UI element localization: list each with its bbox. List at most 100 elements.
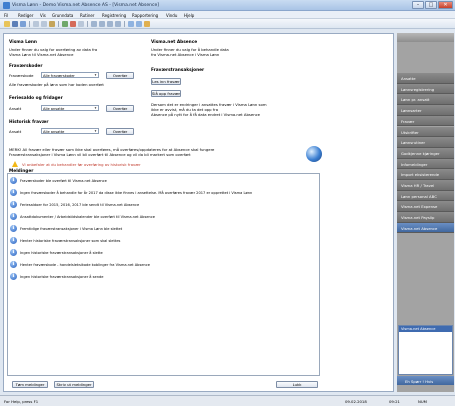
open-icon[interactable] xyxy=(4,21,10,27)
find-icon[interactable] xyxy=(78,21,84,27)
maximize-button[interactable]: □ xyxy=(425,1,437,9)
paste-icon[interactable] xyxy=(49,21,55,27)
next-record-icon[interactable] xyxy=(107,21,113,27)
ferie-ansatt-select[interactable]: Alle ansatte ▾ xyxy=(41,105,99,111)
sidebar-subpanel: Visma.net Absence xyxy=(398,325,453,375)
status-num-lock: NUM xyxy=(418,399,427,404)
title-bar: Visma Lønn - Demo Visma.net Absence AS -… xyxy=(0,0,455,11)
sidebar-footer[interactable]: Eh Spørr ! Hvis xyxy=(397,376,454,385)
notice-text: Fraværstransaksjoner i Visma Lønn vil bl… xyxy=(9,152,191,157)
message-text: Fraværskoder ble overført til Visma.net … xyxy=(20,179,107,183)
fravaerskode-select-value: Alle fraværskoder xyxy=(43,73,75,78)
sidebar-item-lonnsregistrering[interactable]: Lønnsregistrering xyxy=(397,83,454,95)
new-icon[interactable] xyxy=(62,21,68,27)
copy-icon[interactable] xyxy=(41,21,47,27)
cut-icon[interactable] xyxy=(33,21,39,27)
historisk-ansatt-label: Ansatt xyxy=(9,129,22,134)
sidebar-item-visma-net-absence[interactable]: Visma.net Absence xyxy=(397,222,454,234)
sidebar-item-lonn-personal-abc[interactable]: Lønn personal ABC xyxy=(397,190,454,202)
menu-view[interactable]: Vis xyxy=(40,13,46,18)
sidebar-item-lonnsarter[interactable]: Lønnsarter xyxy=(397,105,454,116)
info-icon: i xyxy=(10,261,17,268)
close-button[interactable]: Lukk xyxy=(276,381,318,388)
sidebar-item-fravaer[interactable]: Fravær xyxy=(397,115,454,127)
overfor-fravaerskoder-button[interactable]: Overfør xyxy=(106,71,134,79)
transaksjoner-note: Absence på nytt for å få data endret i V… xyxy=(151,112,261,117)
overfor-feriesaldo-button[interactable]: Overfør xyxy=(106,104,134,112)
messages-list[interactable]: i Fraværskoder ble overført til Visma.net… xyxy=(7,173,320,376)
sidebar-item-import[interactable]: Import eksisterende xyxy=(397,169,454,180)
close-window-button[interactable]: ✕ xyxy=(438,1,453,9)
menu-basedata[interactable]: Grunndata xyxy=(52,13,73,18)
message-text: Henter fraværskode - handelsleksikode ko… xyxy=(20,263,151,267)
first-record-icon[interactable] xyxy=(91,21,97,27)
overfor-historisk-button[interactable]: Overfør xyxy=(106,127,134,135)
sidebar-item-utskrifter[interactable]: Utskrifter xyxy=(397,126,454,138)
sidebar-item-visma-net-expense[interactable]: Visma.net Expense xyxy=(397,201,454,213)
info-icon: i xyxy=(10,237,17,244)
absence-heading: Visma.net Absence xyxy=(151,40,198,45)
message-text: Ingen historiske fraværstransaksjoner å … xyxy=(20,251,103,255)
message-text: Ansattdokumenter / Arbeidstidskalender b… xyxy=(20,215,156,219)
menu-reporting[interactable]: Rapportering xyxy=(132,13,158,18)
sidebar-item-godkjenne-kjoringer[interactable]: Godkjenne kjøringer xyxy=(397,147,454,159)
sidebar-item-ansatte[interactable]: Ansatte xyxy=(397,73,454,84)
minimize-button[interactable]: – xyxy=(412,1,424,9)
visma-lonn-desc: Visma Lønn til Visma.net Absence xyxy=(9,52,74,57)
historisk-fravaer-heading: Historisk fravær xyxy=(9,120,49,125)
fravaerskode-label: Fraværskode xyxy=(9,73,34,78)
warning-icon xyxy=(12,161,18,167)
sidebar-item-lonnsrutiner[interactable]: Lønnsrutiner xyxy=(397,137,454,148)
message-text: Ingen fraværskoder å behandle for år 201… xyxy=(20,191,253,195)
chevron-down-icon: ▾ xyxy=(94,129,97,133)
menu-help[interactable]: Hjelp xyxy=(184,13,194,18)
clear-messages-button[interactable]: Tøm meldinger xyxy=(12,381,48,388)
historisk-ansatt-select-value: Alle ansatte xyxy=(43,129,65,134)
sla-opp-fravaer-button[interactable]: Slå opp fravær xyxy=(151,90,181,97)
ferie-ansatt-label: Ansatt xyxy=(9,106,22,111)
les-inn-fravaer-button[interactable]: Les inn fravær xyxy=(151,78,181,85)
menu-registration[interactable]: Registrering xyxy=(102,13,126,18)
toolbar-separator xyxy=(29,21,30,27)
visma-lonn-heading: Visma Lønn xyxy=(9,40,37,45)
chevron-down-icon: ▾ xyxy=(94,106,97,110)
message-text: Henter historiske fraværstransaksjoner s… xyxy=(20,239,121,243)
menu-routines[interactable]: Rutiner xyxy=(80,13,94,18)
calculator-icon[interactable] xyxy=(128,21,134,27)
help-icon[interactable] xyxy=(144,21,150,27)
print-icon[interactable] xyxy=(20,21,26,27)
menu-edit[interactable]: Rediger xyxy=(18,13,33,18)
status-date: 09.02.2018 xyxy=(345,399,367,404)
toolbar-separator xyxy=(87,21,88,27)
status-time: 09:21 xyxy=(389,399,400,404)
info-icon: i xyxy=(10,225,17,232)
print-messages-button[interactable]: Skriv ut meldinger xyxy=(54,381,94,388)
status-help-text: For Help, press F1 xyxy=(4,399,39,404)
sidebar-item-lonn-pr-ansatt[interactable]: Lønn pr. ansatt xyxy=(397,94,454,106)
app-icon xyxy=(3,2,10,9)
menu-file[interactable]: Fil xyxy=(4,13,8,18)
fravaerskoder-heading: Fraværskoder xyxy=(9,64,43,69)
sidebar-item-visma-net-payslip[interactable]: Visma.net Payslip xyxy=(397,212,454,223)
fravaerstransaksjoner-heading: Fraværstransaksjoner xyxy=(151,68,205,73)
absence-desc: fra Visma.net Absence i Visma Lønn xyxy=(151,52,220,57)
save-icon[interactable] xyxy=(12,21,18,27)
menu-bar: Fil Rediger Vis Grunndata Rutiner Regist… xyxy=(0,11,455,19)
sidebar-subpanel-title[interactable]: Visma.net Absence xyxy=(399,326,452,332)
info-icon: i xyxy=(10,201,17,208)
sidebar-item-infomeldinger[interactable]: Infomeldinger xyxy=(397,158,454,170)
last-record-icon[interactable] xyxy=(115,21,121,27)
sidebar-item-visma-hr-travel[interactable]: Visma HR / Travel xyxy=(397,180,454,191)
delete-icon[interactable] xyxy=(70,21,76,27)
fravaerskoder-note: Alle fraværskoder på lønn som har koden … xyxy=(9,82,104,87)
info-icon: i xyxy=(10,189,17,196)
info-icon: i xyxy=(10,177,17,184)
feriesaldo-heading: Feriesaldo og fridager xyxy=(9,96,63,101)
sidebar: Ansatte Lønnsregistrering Lønn pr. ansat… xyxy=(397,33,454,392)
historisk-ansatt-select[interactable]: Alle ansatte ▾ xyxy=(41,128,99,134)
fravaerskode-select[interactable]: Alle fraværskoder ▾ xyxy=(41,72,99,78)
menu-window[interactable]: Vindu xyxy=(166,13,177,18)
calendar-icon[interactable] xyxy=(136,21,142,27)
previous-record-icon[interactable] xyxy=(99,21,105,27)
globe-icon xyxy=(306,146,322,162)
